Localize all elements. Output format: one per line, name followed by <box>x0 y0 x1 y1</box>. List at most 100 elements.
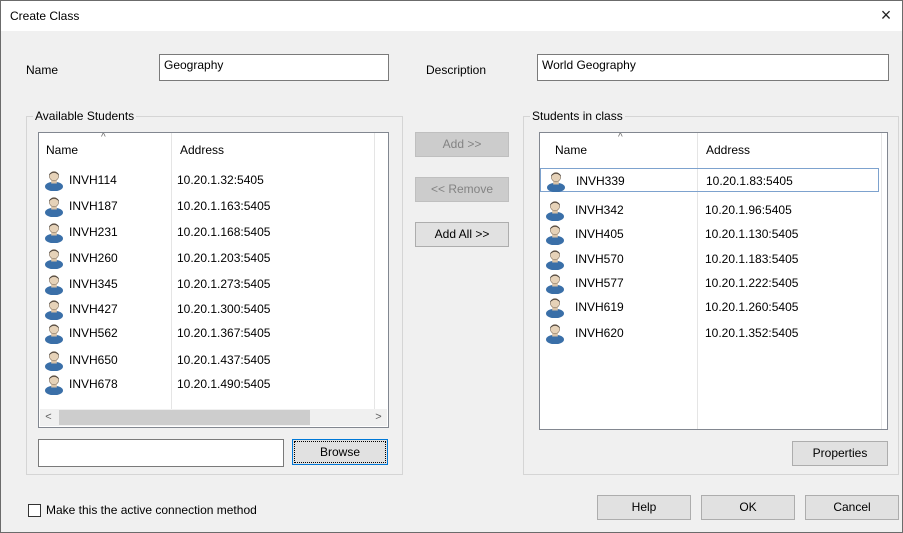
student-address: 10.20.1.183:5405 <box>705 252 799 266</box>
students-in-class-title: Students in class <box>530 109 625 123</box>
student-name: INVH577 <box>575 276 624 290</box>
user-icon <box>544 322 566 345</box>
name-input[interactable]: Geography <box>159 54 389 81</box>
list-item[interactable]: INVH620 10.20.1.352:5405 <box>540 321 887 345</box>
list-item[interactable]: INVH342 10.20.1.96:5405 <box>540 198 887 222</box>
student-address: 10.20.1.130:5405 <box>705 227 799 241</box>
user-icon <box>43 273 65 296</box>
student-name: INVH678 <box>69 377 118 391</box>
student-name: INVH427 <box>69 302 118 316</box>
student-name: INVH231 <box>69 225 118 239</box>
user-icon <box>544 248 566 271</box>
student-address: 10.20.1.367:5405 <box>177 326 271 340</box>
name-label: Name <box>26 63 59 77</box>
list-item[interactable]: INVH339 10.20.1.83:5405 <box>540 168 879 193</box>
sort-ascending-icon: ^ <box>101 132 106 143</box>
description-input[interactable]: World Geography <box>537 54 889 81</box>
user-icon <box>544 223 566 246</box>
student-name: INVH114 <box>69 173 117 187</box>
scroll-right-icon[interactable]: > <box>370 409 387 426</box>
student-name: INVH619 <box>575 300 624 314</box>
user-icon <box>43 322 65 345</box>
list-item[interactable]: INVH427 10.20.1.300:5405 <box>39 297 388 321</box>
list-item[interactable]: INVH345 10.20.1.273:5405 <box>39 272 388 296</box>
student-name: INVH570 <box>575 252 624 266</box>
in-class-list-header: Name ^ Address <box>540 133 887 161</box>
ok-button[interactable]: OK <box>701 495 795 520</box>
remove-button[interactable]: << Remove <box>415 177 509 202</box>
list-item[interactable]: INVH577 10.20.1.222:5405 <box>540 271 887 295</box>
student-name: INVH650 <box>69 353 118 367</box>
student-address: 10.20.1.168:5405 <box>177 225 271 239</box>
active-connection-label: Make this the active connection method <box>46 503 257 517</box>
user-icon <box>43 195 65 218</box>
list-item[interactable]: INVH187 10.20.1.163:5405 <box>39 194 388 218</box>
user-icon <box>43 349 65 372</box>
user-icon <box>43 169 65 192</box>
student-address: 10.20.1.490:5405 <box>177 377 271 391</box>
browse-button-label: Browse <box>294 441 386 463</box>
student-name: INVH260 <box>69 251 118 265</box>
student-address: 10.20.1.437:5405 <box>177 353 271 367</box>
student-name: INVH339 <box>576 174 625 188</box>
student-address: 10.20.1.83:5405 <box>706 174 793 188</box>
user-icon <box>544 272 566 295</box>
list-item[interactable]: INVH678 10.20.1.490:5405 <box>39 372 388 396</box>
description-label: Description <box>426 63 487 77</box>
user-icon <box>43 247 65 270</box>
available-students-list[interactable]: Name ^ Address INVH114 10.20.1.32:5405 INV… <box>38 132 389 428</box>
in-class-col-name[interactable]: Name <box>548 133 587 161</box>
list-item[interactable]: INVH570 10.20.1.183:5405 <box>540 247 887 271</box>
user-icon <box>43 373 65 396</box>
available-students-title: Available Students <box>33 109 137 123</box>
student-name: INVH345 <box>69 277 118 291</box>
student-address: 10.20.1.260:5405 <box>705 300 799 314</box>
horizontal-scrollbar[interactable]: < > <box>40 409 387 426</box>
add-button[interactable]: Add >> <box>415 132 509 157</box>
title-bar: Create Class × <box>1 1 902 31</box>
list-item[interactable]: INVH405 10.20.1.130:5405 <box>540 222 887 246</box>
student-address: 10.20.1.273:5405 <box>177 277 271 291</box>
cancel-button[interactable]: Cancel <box>805 495 899 520</box>
available-col-address[interactable]: Address <box>173 133 224 161</box>
student-address: 10.20.1.203:5405 <box>177 251 271 265</box>
list-item[interactable]: INVH260 10.20.1.203:5405 <box>39 246 388 270</box>
student-name: INVH562 <box>69 326 118 340</box>
user-icon <box>544 199 566 222</box>
student-name: INVH620 <box>575 326 624 340</box>
user-icon <box>544 296 566 319</box>
user-icon <box>43 298 65 321</box>
add-all-button[interactable]: Add All >> <box>415 222 509 247</box>
list-item[interactable]: INVH650 10.20.1.437:5405 <box>39 348 388 372</box>
student-address: 10.20.1.163:5405 <box>177 199 271 213</box>
sort-ascending-icon: ^ <box>618 132 623 143</box>
help-button[interactable]: Help <box>597 495 691 520</box>
browse-input[interactable] <box>38 439 284 467</box>
properties-button[interactable]: Properties <box>792 441 888 466</box>
browse-button[interactable]: Browse <box>292 439 388 465</box>
student-address: 10.20.1.32:5405 <box>177 173 264 187</box>
student-address: 10.20.1.96:5405 <box>705 203 792 217</box>
scroll-left-icon[interactable]: < <box>40 409 57 426</box>
create-class-dialog: Create Class × Name Geography Descriptio… <box>0 0 903 533</box>
student-name: INVH342 <box>575 203 624 217</box>
available-col-name[interactable]: Name <box>39 133 78 161</box>
student-name: INVH405 <box>575 227 624 241</box>
student-name: INVH187 <box>69 199 118 213</box>
list-item[interactable]: INVH114 10.20.1.32:5405 <box>39 168 388 192</box>
list-item[interactable]: INVH562 10.20.1.367:5405 <box>39 321 388 345</box>
students-in-class-list[interactable]: Name ^ Address INVH339 10.20.1.83:5405 INV… <box>539 132 888 430</box>
student-address: 10.20.1.222:5405 <box>705 276 799 290</box>
dialog-title: Create Class <box>10 9 80 23</box>
scrollbar-thumb[interactable] <box>59 410 310 425</box>
list-item[interactable]: INVH619 10.20.1.260:5405 <box>540 295 887 319</box>
student-address: 10.20.1.300:5405 <box>177 302 271 316</box>
user-icon <box>545 170 567 193</box>
available-list-header: Name ^ Address <box>39 133 388 161</box>
user-icon <box>43 221 65 244</box>
student-address: 10.20.1.352:5405 <box>705 326 799 340</box>
in-class-col-address[interactable]: Address <box>699 133 750 161</box>
active-connection-checkbox[interactable] <box>28 504 41 517</box>
close-icon[interactable]: × <box>878 6 894 24</box>
list-item[interactable]: INVH231 10.20.1.168:5405 <box>39 220 388 244</box>
